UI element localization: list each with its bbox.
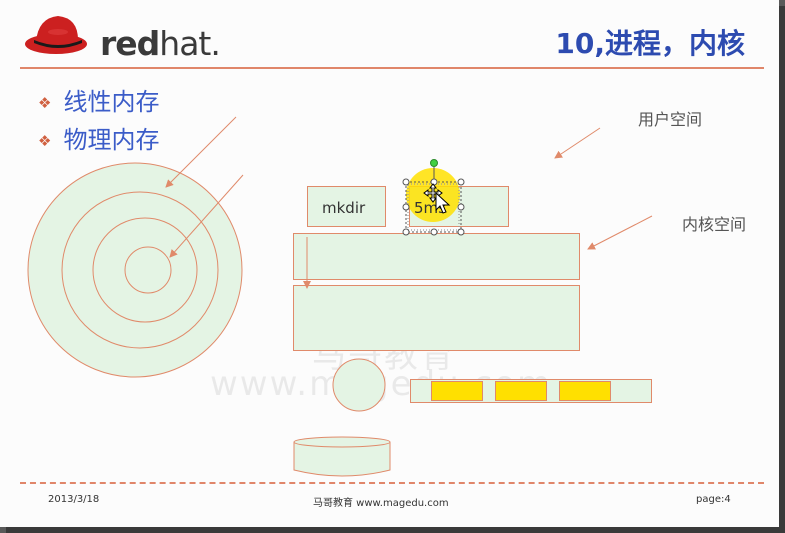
footer-page: page:4 [696,494,731,505]
slide-shadow-bottom [6,527,785,533]
footer-page-number: 4 [724,494,731,505]
footer-center: 马哥教育 www.magedu.com [313,498,449,509]
move-cursor-icon [423,183,451,214]
slide-shadow-right [779,6,785,533]
footer-rule [20,482,764,484]
slide: redhat. 10,进程，内核 ❖线性内存 ❖物理内存 马哥教育 www.ma… [0,0,779,527]
footer-date: 2013/3/18 [48,494,100,505]
footer-page-label: page: [696,494,725,505]
